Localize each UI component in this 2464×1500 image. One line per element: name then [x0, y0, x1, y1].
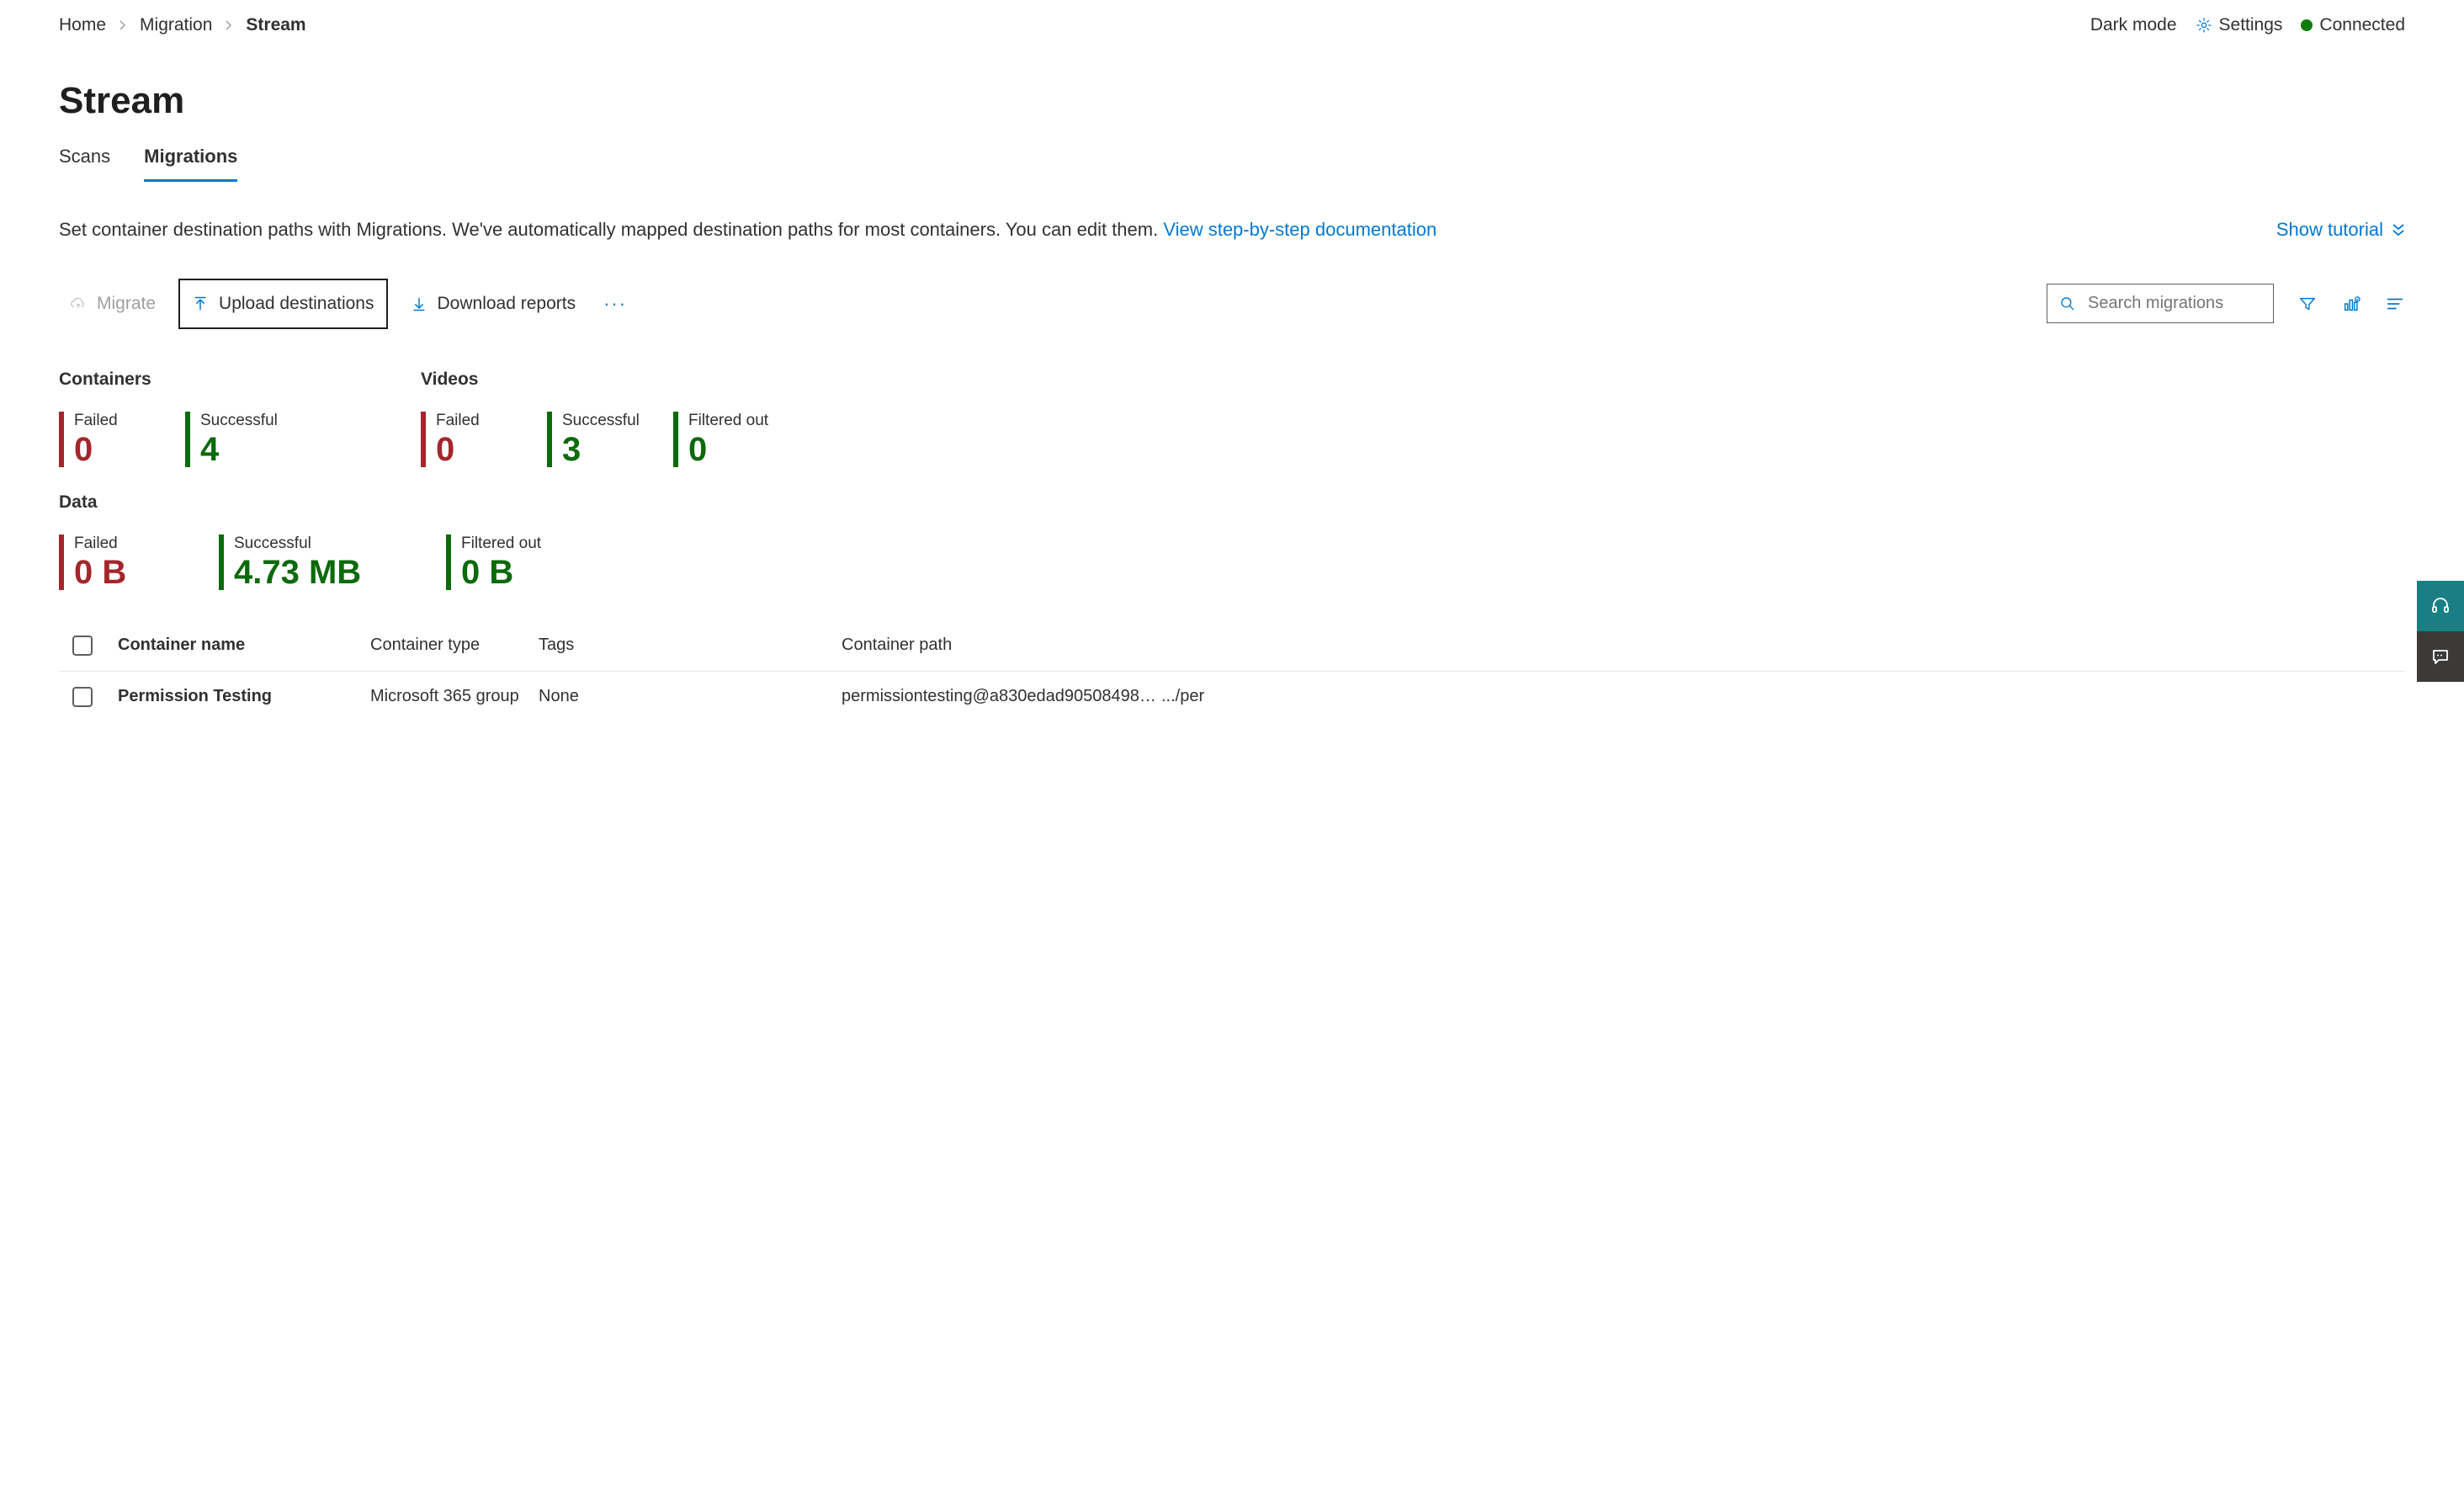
- chart-view-button[interactable]: [2341, 294, 2361, 314]
- breadcrumb: Home Migration Stream: [59, 15, 306, 35]
- side-floating-buttons: [2417, 581, 2464, 682]
- overflow-menu-button[interactable]: ···: [598, 293, 632, 315]
- search-input[interactable]: [2086, 293, 2313, 314]
- videos-filtered: Filtered out 0: [673, 412, 768, 467]
- data-successful: Successful 4.73 MB: [219, 535, 412, 590]
- select-all-checkbox[interactable]: [72, 636, 93, 656]
- chevron-right-icon: [224, 20, 234, 30]
- migrate-button[interactable]: Migrate: [59, 286, 167, 322]
- upload-arrow-icon: [192, 295, 209, 312]
- cloud-upload-icon: [70, 295, 87, 312]
- header-controls: Dark mode Settings Connected: [2090, 15, 2405, 35]
- col-container-name[interactable]: Container name: [118, 636, 370, 655]
- headset-icon: [2430, 596, 2451, 616]
- settings-button[interactable]: Settings: [2196, 15, 2283, 35]
- cell-tags: None: [539, 687, 842, 706]
- col-tags[interactable]: Tags: [539, 636, 842, 655]
- table-header-row: Container name Container type Tags Conta…: [59, 620, 2405, 672]
- dark-mode-toggle[interactable]: Dark mode: [2090, 15, 2177, 35]
- cell-container-name: Permission Testing: [118, 687, 370, 706]
- gear-icon: [2196, 17, 2212, 34]
- search-icon: [2059, 295, 2076, 312]
- download-reports-button[interactable]: Download reports: [400, 286, 587, 322]
- support-button[interactable]: [2417, 581, 2464, 631]
- cell-container-type: Microsoft 365 group: [370, 687, 539, 706]
- videos-successful: Successful 3: [547, 412, 640, 467]
- chevron-right-icon: [118, 20, 128, 30]
- col-container-type[interactable]: Container type: [370, 636, 539, 655]
- filter-button[interactable]: [2297, 294, 2318, 314]
- page-description: Set container destination paths with Mig…: [59, 217, 2243, 243]
- connection-status: Connected: [2301, 15, 2405, 35]
- videos-failed: Failed 0: [421, 412, 513, 467]
- double-chevron-down-icon: [2392, 222, 2405, 237]
- containers-failed: Failed 0: [59, 412, 151, 467]
- chat-bubble-icon: [2430, 646, 2451, 667]
- tab-bar: Scans Migrations: [59, 146, 2405, 182]
- download-arrow-icon: [411, 295, 427, 312]
- data-failed: Failed 0 B: [59, 535, 185, 590]
- upload-destinations-button[interactable]: Upload destinations: [178, 279, 387, 329]
- tab-scans[interactable]: Scans: [59, 146, 110, 182]
- containers-successful: Successful 4: [185, 412, 278, 467]
- migrations-table: Container name Container type Tags Conta…: [59, 620, 2405, 722]
- documentation-link[interactable]: View step-by-step documentation: [1163, 219, 1436, 240]
- stats-group-containers-title: Containers: [59, 370, 421, 390]
- cell-extra: .../per: [1161, 687, 1212, 706]
- show-tutorial-button[interactable]: Show tutorial: [2276, 217, 2405, 243]
- toolbar: Migrate Upload destinations Download rep…: [59, 279, 2405, 329]
- stats-section: Containers Failed 0 Successful 4 Videos: [59, 370, 2405, 590]
- filter-icon: [2298, 295, 2317, 313]
- list-lines-icon: [2386, 295, 2404, 313]
- tab-migrations[interactable]: Migrations: [144, 146, 237, 182]
- search-box[interactable]: [2047, 284, 2274, 323]
- status-dot-icon: [2301, 19, 2313, 31]
- row-checkbox[interactable]: [72, 687, 93, 707]
- table-row[interactable]: Permission Testing Microsoft 365 group N…: [59, 672, 2405, 722]
- feedback-button[interactable]: [2417, 631, 2464, 682]
- list-options-button[interactable]: [2385, 294, 2405, 314]
- breadcrumb-migration[interactable]: Migration: [140, 15, 212, 35]
- page-title: Stream: [59, 80, 2405, 122]
- breadcrumb-stream: Stream: [246, 15, 305, 35]
- col-container-path[interactable]: Container path: [842, 636, 1161, 655]
- data-filtered: Filtered out 0 B: [446, 535, 541, 590]
- stats-group-videos-title: Videos: [421, 370, 892, 390]
- breadcrumb-home[interactable]: Home: [59, 15, 106, 35]
- bar-chart-icon: [2342, 295, 2360, 313]
- cell-container-path: permissiontesting@a830edad905084988…: [842, 687, 1161, 706]
- stats-group-data-title: Data: [59, 492, 648, 513]
